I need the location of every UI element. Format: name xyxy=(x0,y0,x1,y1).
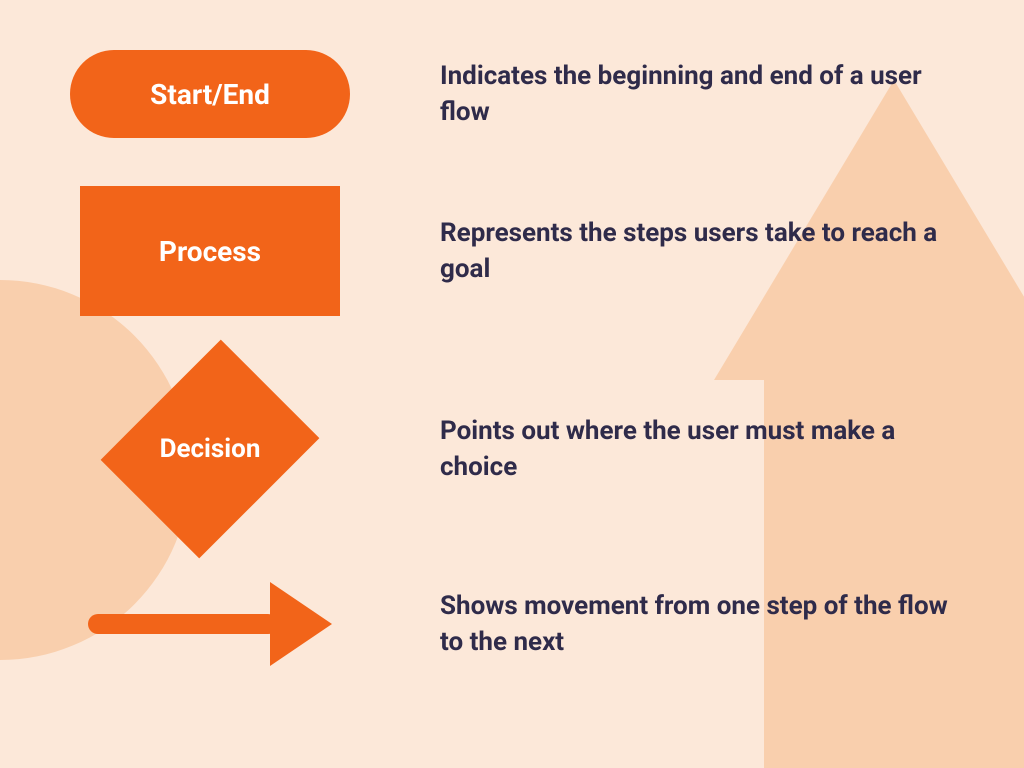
decision-description: Points out where the user must make a ch… xyxy=(440,413,964,486)
process-label: Process xyxy=(159,235,261,268)
shape-cell: Start/End xyxy=(70,50,350,138)
terminator-label: Start/End xyxy=(150,78,270,111)
decision-label: Decision xyxy=(160,434,261,464)
arrow-shaft xyxy=(88,614,278,634)
legend-container: Start/End Indicates the beginning and en… xyxy=(0,0,1024,716)
shape-cell xyxy=(70,582,350,666)
arrow-description: Shows movement from one step of the flow… xyxy=(440,588,964,661)
legend-row-process: Process Represents the steps users take … xyxy=(70,186,964,316)
process-shape: Process xyxy=(80,186,340,316)
terminator-shape: Start/End xyxy=(70,50,350,138)
terminator-description: Indicates the beginning and end of a use… xyxy=(440,58,964,131)
legend-row-decision: Decision Points out where the user must … xyxy=(70,364,964,534)
legend-row-arrow: Shows movement from one step of the flow… xyxy=(70,582,964,666)
arrow-shape xyxy=(70,582,350,666)
shape-cell: Decision xyxy=(70,364,350,534)
arrow-head-icon xyxy=(270,582,332,666)
legend-row-terminator: Start/End Indicates the beginning and en… xyxy=(70,50,964,138)
shape-cell: Process xyxy=(70,186,350,316)
decision-shape: Decision xyxy=(70,364,350,534)
process-description: Represents the steps users take to reach… xyxy=(440,215,964,288)
